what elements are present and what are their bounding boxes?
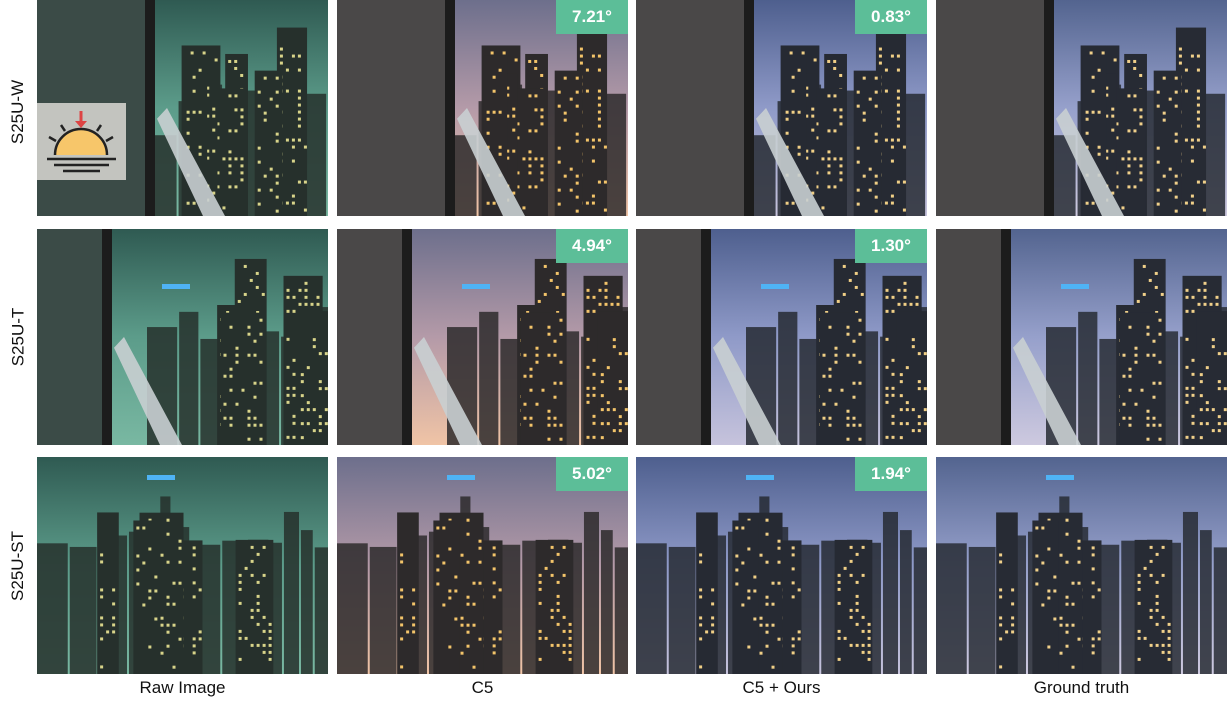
image-c5-ours-s25u-t: 1.30° [636,229,927,445]
column-label-c5: C5 [471,678,494,697]
column-label-raw-image: Raw Image [139,678,226,697]
image-raw-s25u-st [37,457,328,674]
image-c5-ours-s25u-w: 0.83° [636,0,927,216]
row-label-text: S25U-ST [8,530,28,601]
angular-error-badge: 1.30° [855,229,927,263]
angular-error-badge: 4.94° [556,229,628,263]
row-label-s25u-w: S25U-W [0,8,36,216]
row-label-text: S25U-T [8,307,28,367]
row-label-s25u-t: S25U-T [0,229,36,445]
row-label-text: S25U-W [8,79,28,145]
image-raw-s25u-t [37,229,328,445]
image-c5-s25u-w: 7.21° [337,0,628,216]
column-label-c5-ours: C5 + Ours [742,678,821,697]
image-c5-s25u-st: 5.02° [337,457,628,674]
image-ground-truth-s25u-t [936,229,1227,445]
angular-error-badge: 0.83° [855,0,927,34]
image-ground-truth-s25u-w [936,0,1227,216]
image-c5-ours-s25u-st: 1.94° [636,457,927,674]
image-raw-s25u-w [37,0,328,216]
angular-error-badge: 1.94° [855,457,927,491]
angular-error-badge: 7.21° [556,0,628,34]
row-label-s25u-st: S25U-ST [0,457,36,674]
image-ground-truth-s25u-st [936,457,1227,674]
angular-error-badge: 5.02° [556,457,628,491]
image-c5-s25u-t: 4.94° [337,229,628,445]
column-label-ground-truth: Ground truth [1033,678,1130,697]
sunset-icon [37,103,126,180]
